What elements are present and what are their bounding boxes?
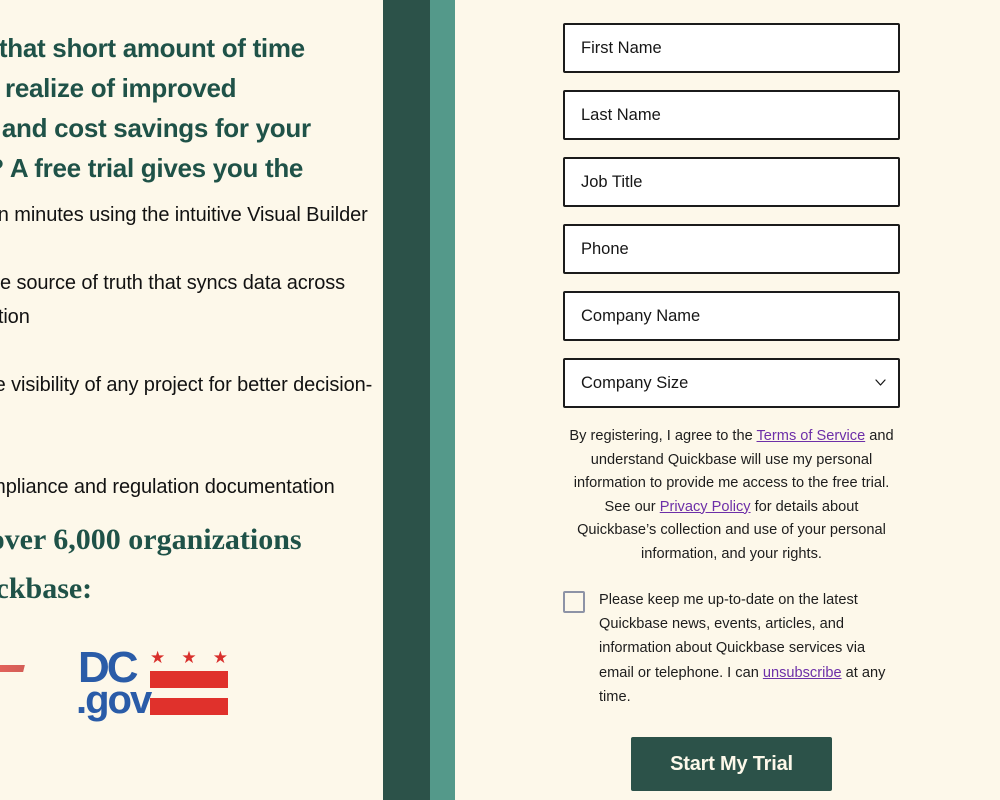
start-my-trial-button[interactable]: Start My Trial (631, 737, 832, 792)
privacy-policy-link[interactable]: Privacy Policy (660, 499, 751, 515)
divider-stripe-dark (383, 0, 430, 800)
dc-gov-flag-bar (150, 698, 228, 715)
dc-gov-logo: DC .gov ★ ★ ★ (76, 646, 228, 723)
benefit-item: Build an app in minutes using the intuit… (0, 204, 368, 226)
job-title-input[interactable] (563, 157, 900, 207)
marketing-optin-row: Please keep me up-to-date on the latest … (563, 588, 900, 709)
free-trial-form: Company Size1-1011-5051-200201-500501-10… (563, 23, 900, 792)
divider-stripe-light (430, 0, 455, 800)
benefit-item: Gain complete visibility of any project … (0, 374, 373, 396)
terms-of-service-link[interactable]: Terms of Service (757, 428, 866, 444)
dc-gov-logo-gov: .gov (76, 678, 152, 722)
first-name-input[interactable] (563, 23, 900, 73)
company-name-input[interactable] (563, 291, 900, 341)
trust-heading: See why over 6,000 organizations trust Q… (0, 523, 302, 605)
phone-input[interactable] (563, 224, 900, 274)
star-icon: ★ (150, 648, 166, 667)
star-icon: ★ (181, 648, 197, 667)
marketing-optin-text: Please keep me up-to-date on the latest … (599, 588, 900, 709)
benefit-item: Automate compliance and regulation docum… (0, 476, 335, 498)
marketing-optin-checkbox[interactable] (563, 591, 585, 613)
legal-consent-text: By registering, I agree to the Terms of … (563, 425, 900, 566)
customer-logo-row: eon ELECTRIC DC .gov ★ ★ ★ (0, 640, 348, 730)
dc-gov-stars: ★ ★ ★ (150, 649, 228, 666)
benefit-item: Create a single source of truth that syn… (0, 272, 346, 328)
signup-form-panel: Company Size1-1011-5051-200201-500501-10… (455, 0, 1000, 800)
company-size-select[interactable]: Company Size1-1011-5051-200201-500501-10… (563, 358, 900, 408)
last-name-input[interactable] (563, 90, 900, 140)
logo-swoosh (0, 665, 25, 672)
company-size-field: Company Size1-1011-5051-200201-500501-10… (563, 358, 900, 408)
benefit-list: Build an app in minutes using the intuit… (0, 198, 378, 504)
electric-company-logo: eon ELECTRIC (0, 655, 25, 715)
dc-gov-flag-bar (150, 671, 228, 688)
legal-text-part1: By registering, I agree to the (569, 428, 757, 444)
signup-page: What if in that short amount of time you… (0, 0, 1000, 800)
star-icon: ★ (212, 648, 228, 667)
marketing-panel: What if in that short amount of time you… (0, 0, 383, 800)
submit-row: Start My Trial (563, 737, 900, 792)
unsubscribe-link[interactable]: unsubscribe (763, 665, 842, 681)
